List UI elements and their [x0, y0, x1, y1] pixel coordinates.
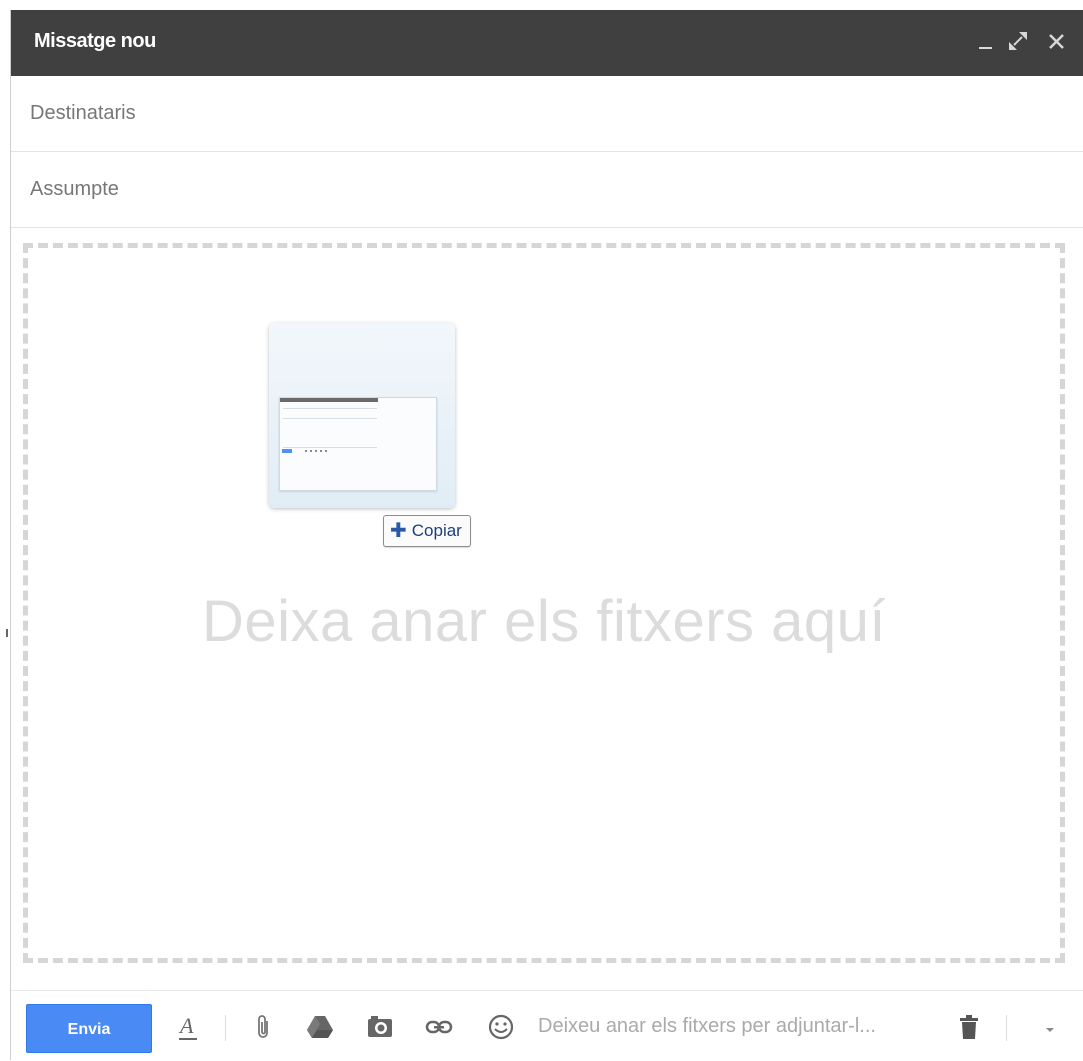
- formatting-icon-label: A: [178, 1013, 194, 1038]
- trash-icon[interactable]: [953, 1011, 985, 1043]
- minimize-icon[interactable]: [973, 28, 999, 54]
- emoji-icon[interactable]: [485, 1011, 517, 1043]
- subject-field: [11, 152, 1083, 228]
- attach-icon[interactable]: [248, 1011, 280, 1043]
- to-field: [11, 76, 1083, 152]
- compose-title: Missatge nou: [34, 30, 156, 52]
- drop-zone[interactable]: ✚ Copiar Deixa anar els fitxers aquí: [23, 243, 1065, 963]
- attach-hint-text: Deixeu anar els fitxers per adjuntar-l..…: [538, 1015, 876, 1037]
- preview-line: [283, 408, 377, 409]
- copy-badge-label: Copiar: [411, 521, 462, 540]
- toolbar-divider: [225, 1015, 226, 1041]
- preview-titlebar: [280, 398, 378, 402]
- toolbar-divider: [1006, 1015, 1007, 1041]
- preview-line: [283, 418, 377, 419]
- formatting-icon[interactable]: A: [174, 1011, 206, 1043]
- close-icon[interactable]: [1044, 28, 1070, 54]
- drive-icon[interactable]: [304, 1011, 336, 1043]
- edge-marker: [6, 629, 8, 637]
- preview-toolbar: [305, 450, 329, 452]
- dragged-file-thumbnail: [269, 323, 455, 508]
- compose-titlebar[interactable]: Missatge nou: [11, 10, 1083, 76]
- photo-icon[interactable]: [364, 1011, 396, 1043]
- recipients-input[interactable]: [30, 76, 1070, 150]
- preview-send-button: [282, 449, 292, 453]
- plus-icon: ✚: [390, 520, 407, 542]
- compose-window: Missatge nou Destinataris Assumpte ✚ Cop…: [10, 10, 1083, 1061]
- drop-zone-text: Deixa anar els fitxers aquí: [201, 589, 887, 654]
- expand-icon[interactable]: [1005, 28, 1031, 54]
- copy-badge: ✚ Copiar: [383, 515, 471, 547]
- compose-toolbar: Envia A Deixeu anar els fitxers per adju…: [11, 990, 1083, 1061]
- send-button[interactable]: Envia: [26, 1004, 152, 1053]
- preview-line: [283, 447, 377, 448]
- thumbnail-preview: [279, 397, 437, 491]
- link-icon[interactable]: [423, 1011, 455, 1043]
- more-options-icon[interactable]: [1034, 1011, 1066, 1043]
- subject-input[interactable]: [30, 152, 1070, 226]
